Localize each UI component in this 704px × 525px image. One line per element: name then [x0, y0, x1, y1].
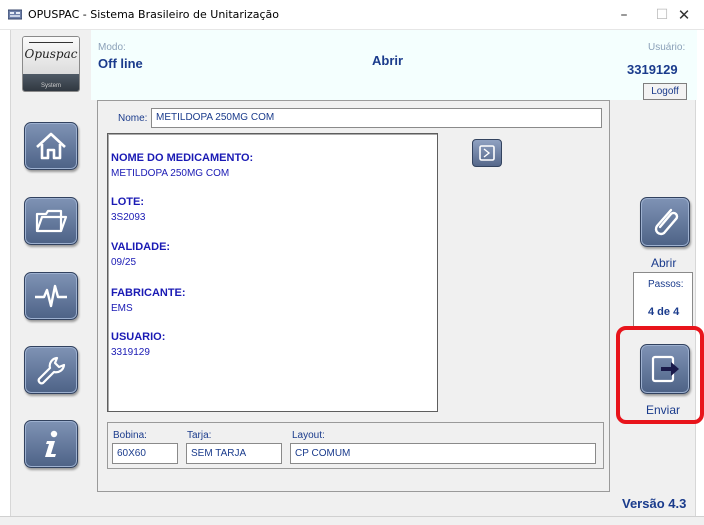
- folder-icon: [35, 209, 68, 233]
- user-label: Usuário:: [648, 42, 686, 53]
- wrench-icon: [37, 356, 66, 385]
- info-value-fabricante: EMS: [111, 303, 133, 314]
- home-icon: [36, 132, 66, 160]
- info-value-usuario: 3319129: [111, 347, 150, 358]
- close-button[interactable]: ✕: [664, 0, 704, 30]
- status-bar: [0, 516, 704, 525]
- bobina-field[interactable]: 60X60: [112, 443, 178, 464]
- minimize-button[interactable]: –: [604, 0, 644, 30]
- window-title: OPUSPAC - Sistema Brasileiro de Unitariz…: [28, 8, 280, 21]
- info-icon: [45, 430, 58, 457]
- paperclip-icon: [654, 208, 679, 236]
- info-label-lote: LOTE:: [111, 196, 144, 208]
- enviar-highlight: [616, 326, 704, 424]
- version-label: Versão 4.3: [622, 496, 687, 511]
- mode-value: Off line: [98, 56, 143, 71]
- pulse-icon: [35, 284, 67, 308]
- logo-subtitle: System: [40, 83, 61, 89]
- title-bar: OPUSPAC - Sistema Brasileiro de Unitariz…: [0, 0, 704, 30]
- info-label-validade: VALIDADE:: [111, 241, 171, 253]
- export-button[interactable]: [472, 139, 502, 167]
- opuspac-logo: Opuspac System: [22, 36, 80, 92]
- info-label-fabricante: FABRICANTE:: [111, 287, 186, 299]
- info-value-medicamento: METILDOPA 250MG COM: [111, 168, 230, 179]
- tarja-label: Tarja:: [187, 430, 212, 441]
- abrir-button[interactable]: [640, 197, 690, 247]
- mode-label: Modo:: [98, 42, 126, 53]
- info-value-lote: 3S2093: [111, 212, 146, 223]
- action-title: Abrir: [372, 53, 404, 68]
- layout-label: Layout:: [292, 430, 325, 441]
- tarja-field[interactable]: SEM TARJA: [186, 443, 282, 464]
- monitor-button[interactable]: [24, 272, 78, 320]
- logo-text: Opuspac: [24, 47, 78, 61]
- export-icon: [479, 145, 495, 161]
- info-label-medicamento: NOME DO MEDICAMENTO:: [111, 152, 254, 164]
- app-icon: [7, 8, 23, 20]
- passos-label: Passos:: [648, 279, 684, 290]
- folder-button[interactable]: [24, 197, 78, 245]
- home-button[interactable]: [24, 122, 78, 170]
- logoff-button[interactable]: Logoff: [643, 83, 687, 100]
- info-value-validade: 09/25: [111, 257, 137, 268]
- layout-field[interactable]: CP COMUM: [290, 443, 596, 464]
- passos-value: 4 de 4: [648, 306, 680, 318]
- name-field[interactable]: METILDOPA 250MG COM: [151, 108, 602, 128]
- about-button[interactable]: [24, 420, 78, 468]
- bobina-label: Bobina:: [113, 430, 147, 441]
- user-value: 3319129: [627, 62, 678, 77]
- abrir-label: Abrir: [651, 256, 677, 270]
- info-label-usuario: USUARIO:: [111, 331, 166, 343]
- name-label: Nome:: [118, 113, 148, 124]
- settings-button[interactable]: [24, 346, 78, 394]
